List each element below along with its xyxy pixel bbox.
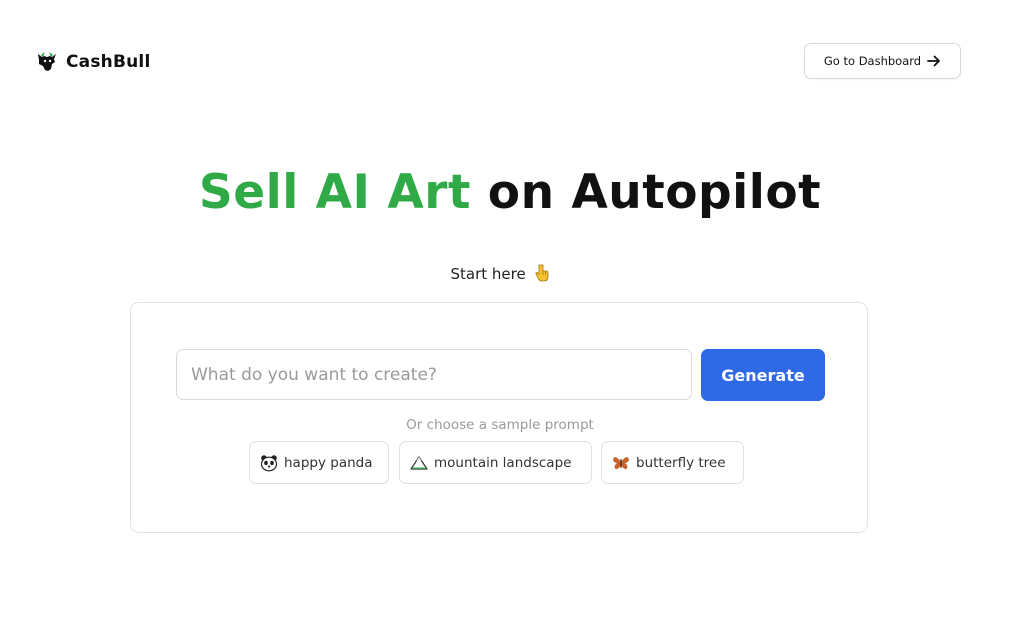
prompt-card: Generate Or choose a sample prompt happy… [130, 302, 868, 533]
sample-prompt-label-text: mountain landscape [434, 454, 572, 471]
sample-prompt-happy-panda[interactable]: happy panda [249, 441, 389, 484]
arrow-right-icon [927, 55, 940, 67]
butterfly-icon [613, 456, 629, 469]
brand-logo[interactable]: CashBull [35, 49, 150, 75]
start-here-label: Start here [450, 265, 526, 283]
prompt-input[interactable] [176, 349, 692, 400]
sample-prompt-label-text: butterfly tree [636, 454, 726, 471]
sample-prompt-mountain-landscape[interactable]: mountain landscape [399, 441, 592, 484]
hero-title: Sell AI Art on Autopilot [0, 160, 1020, 226]
start-here: Start here [0, 264, 1000, 283]
generate-button[interactable]: Generate [701, 349, 825, 401]
page: CashBull Go to Dashboard Sell AI Art on … [0, 0, 1020, 638]
go-to-dashboard-label: Go to Dashboard [823, 54, 922, 68]
mountain-icon [410, 455, 428, 470]
hero-title-highlight: Sell AI Art [198, 165, 471, 220]
sample-prompt-label: Or choose a sample prompt [406, 417, 594, 433]
panda-icon [260, 454, 278, 471]
bull-icon [38, 52, 56, 71]
sample-prompt-butterfly-tree[interactable]: butterfly tree [601, 441, 744, 484]
pointing-down-hand-icon [534, 264, 548, 282]
brand-name: CashBull [66, 52, 151, 72]
go-to-dashboard-button[interactable]: Go to Dashboard [804, 43, 961, 79]
sample-prompt-label-text: happy panda [284, 454, 373, 471]
hero-title-rest: on Autopilot [487, 165, 822, 220]
